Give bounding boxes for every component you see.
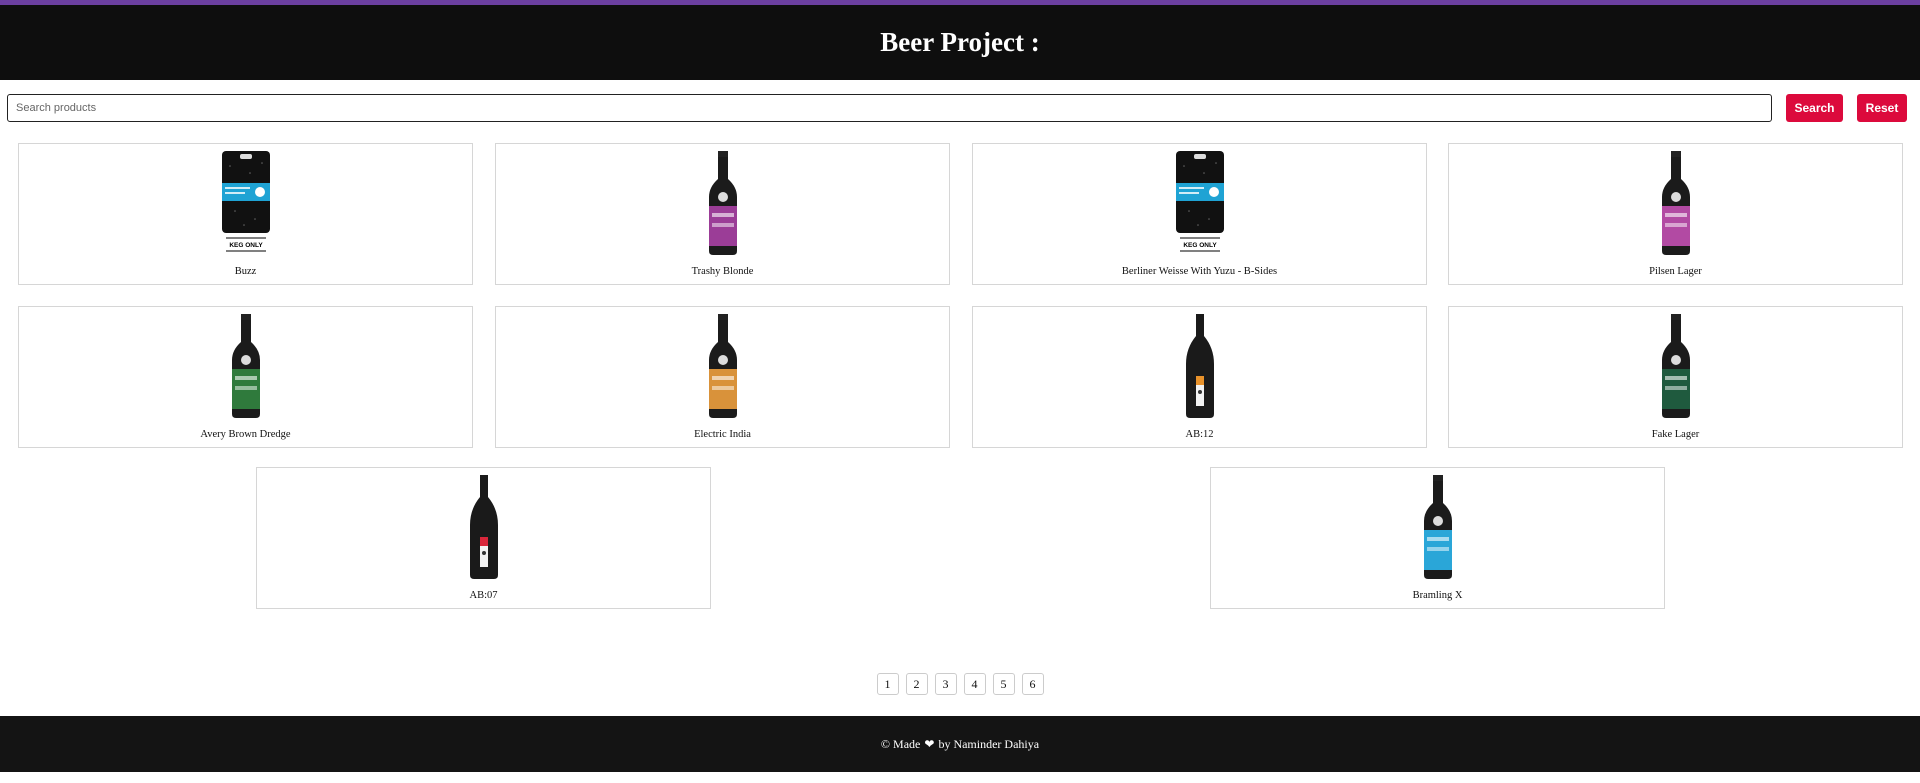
page-button-2[interactable]: 2 bbox=[905, 673, 928, 695]
page-button-3[interactable]: 3 bbox=[934, 673, 957, 695]
product-card[interactable]: KEG ONLY Buzz bbox=[18, 143, 473, 285]
footer-author: by Naminder Dahiya bbox=[938, 736, 1040, 751]
product-name: Buzz bbox=[234, 266, 257, 277]
product-card[interactable]: Electric India bbox=[495, 306, 950, 448]
bottle-icon bbox=[1211, 475, 1664, 579]
product-name: Pilsen Lager bbox=[1649, 266, 1702, 277]
product-card[interactable]: Fake Lager bbox=[1448, 306, 1903, 448]
search-input[interactable] bbox=[7, 94, 1772, 122]
footer-prefix: © Made bbox=[880, 736, 921, 751]
product-card[interactable]: AB:07 bbox=[256, 467, 711, 609]
page-button-6[interactable]: 6 bbox=[1021, 673, 1044, 695]
keg-icon: KEG ONLY bbox=[19, 151, 472, 255]
page-title: Beer Project : bbox=[880, 27, 1040, 57]
page-button-4[interactable]: 4 bbox=[963, 673, 986, 695]
product-card[interactable]: Trashy Blonde bbox=[495, 143, 950, 285]
svg-text:KEG ONLY: KEG ONLY bbox=[1183, 242, 1217, 249]
search-button[interactable]: Search bbox=[1786, 94, 1843, 122]
product-name: Electric India bbox=[694, 429, 751, 440]
pagination: 123456 bbox=[0, 673, 1920, 695]
bottle-icon bbox=[1449, 314, 1902, 418]
product-card[interactable]: KEG ONLY Berliner Weisse With Yuzu - B-S… bbox=[972, 143, 1427, 285]
product-card[interactable]: Avery Brown Dredge bbox=[18, 306, 473, 448]
bottle-icon bbox=[496, 314, 949, 418]
product-name: AB:12 bbox=[1185, 429, 1214, 440]
keg-icon: KEG ONLY bbox=[973, 151, 1426, 255]
product-name: Avery Brown Dredge bbox=[200, 429, 291, 440]
product-card[interactable]: AB:12 bbox=[972, 306, 1427, 448]
page-header: Beer Project : bbox=[0, 5, 1920, 80]
product-card[interactable]: Bramling X bbox=[1210, 467, 1665, 609]
product-card[interactable]: Pilsen Lager bbox=[1448, 143, 1903, 285]
product-name: Berliner Weisse With Yuzu - B-Sides bbox=[1121, 266, 1278, 277]
svg-text:KEG ONLY: KEG ONLY bbox=[229, 242, 263, 249]
product-name: Fake Lager bbox=[1651, 429, 1700, 440]
heart-icon: ❤ bbox=[924, 736, 935, 751]
reset-button[interactable]: Reset bbox=[1857, 94, 1907, 122]
tall-bottle-icon bbox=[973, 314, 1426, 418]
bottle-icon bbox=[1449, 151, 1902, 255]
product-name: Trashy Blonde bbox=[691, 266, 754, 277]
product-name: AB:07 bbox=[469, 590, 498, 601]
bottle-icon bbox=[496, 151, 949, 255]
page-footer: © Made ❤ by Naminder Dahiya bbox=[0, 716, 1920, 772]
tall-bottle-icon bbox=[257, 475, 710, 579]
product-name: Bramling X bbox=[1412, 590, 1463, 601]
page-button-5[interactable]: 5 bbox=[992, 673, 1015, 695]
bottle-icon bbox=[19, 314, 472, 418]
page-button-1[interactable]: 1 bbox=[876, 673, 899, 695]
